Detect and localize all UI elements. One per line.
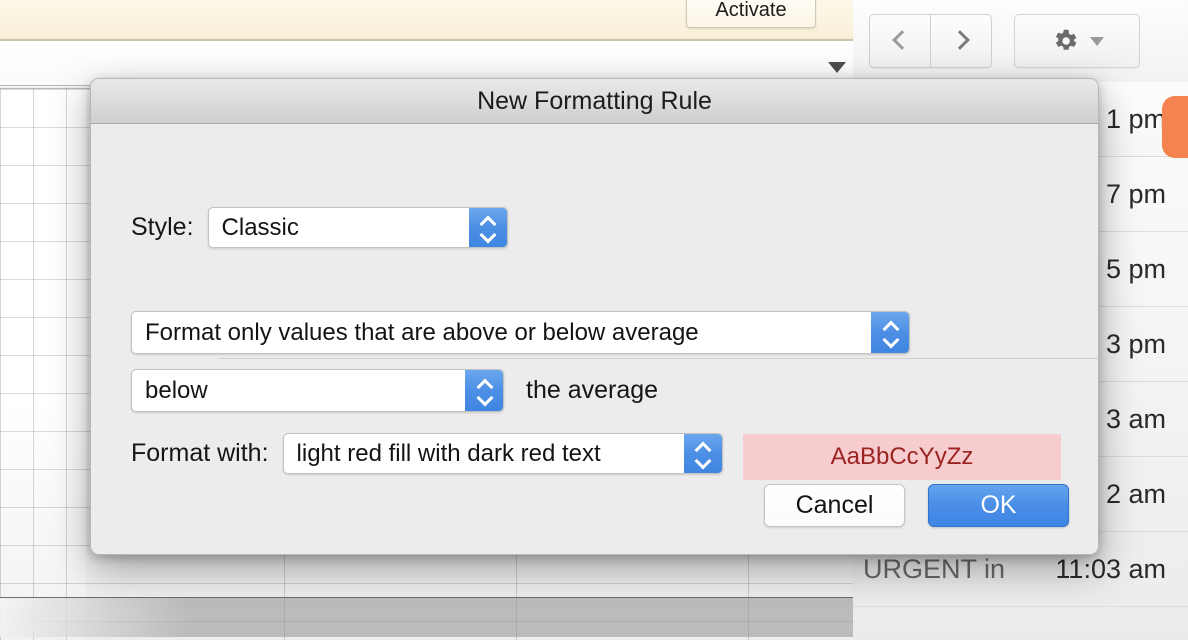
style-select[interactable]: Classic [207,207,508,248]
activation-banner: Activate [0,0,853,41]
direction-select-stepper[interactable] [465,370,503,411]
format-with-row: Format with: light red fill with dark re… [131,433,723,474]
chevron-down-icon [480,230,495,239]
cancel-button[interactable]: Cancel [764,484,905,527]
style-select-value: Classic [221,213,299,241]
format-preview-swatch: AaBbCcYyZz [743,434,1061,480]
chevron-down-icon [695,456,710,465]
chevron-down-icon [477,393,492,402]
average-label: the average [526,376,659,404]
forward-button[interactable] [930,15,991,67]
row-time: 11:03 am [1055,553,1166,584]
style-select-stepper[interactable] [468,208,507,247]
screen: Activate 1 pm 7 pm 5 pm 3 pm 3 am 2 am U… [0,0,1188,640]
caret-down-icon [1090,36,1104,46]
style-label: Style: [131,213,194,241]
settings-menu-button[interactable] [1014,14,1140,68]
activate-button[interactable]: Activate [686,0,816,28]
format-with-select-stepper[interactable] [683,434,722,473]
direction-select-value: below [145,376,208,404]
nav-segmented-control[interactable] [869,14,992,68]
dialog-footer: Cancel OK [764,484,1069,527]
direction-select[interactable]: below [131,369,504,412]
format-with-select[interactable]: light red fill with dark red text [282,433,723,474]
chevron-up-icon [477,380,492,389]
average-row: below the average [131,369,658,412]
condition-select-stepper[interactable] [871,312,909,353]
dialog-title: New Formatting Rule [91,79,1098,124]
gear-icon [1055,29,1077,50]
dialog-body: Style: Classic Format only values that a… [91,124,1098,554]
back-button[interactable] [870,15,930,67]
row-label: URGENT in [863,553,1006,584]
condition-select-value: Format only values that are above or bel… [145,318,699,346]
chevron-right-icon [953,28,969,54]
new-formatting-rule-dialog: New Formatting Rule Style: Classic Forma… [90,78,1099,555]
row-time: 3 am [1105,403,1166,434]
condition-select[interactable]: Format only values that are above or bel… [131,311,910,354]
style-row: Style: Classic [131,207,508,248]
section-divider [219,358,1098,359]
chevron-up-icon [883,322,898,331]
status-pill [1162,96,1188,158]
chevron-up-icon [480,217,495,226]
row-time: 1 pm [1105,103,1166,134]
chevron-down-icon [883,335,898,344]
format-with-label: Format with: [131,439,269,467]
row-time: 2 am [1105,478,1166,509]
row-time: 3 pm [1105,328,1166,359]
ok-button[interactable]: OK [928,484,1069,527]
chevron-left-icon [892,28,908,54]
row-time: 7 pm [1105,178,1166,209]
scroll-down-arrow-icon[interactable] [828,62,846,73]
spreadsheet-grid-left-columns[interactable] [0,89,86,640]
chevron-up-icon [695,443,710,452]
format-with-select-value: light red fill with dark red text [296,439,601,467]
row-time: 5 pm [1105,253,1166,284]
spreadsheet-selected-band[interactable] [0,597,853,637]
panel-toolbar [853,0,1188,82]
